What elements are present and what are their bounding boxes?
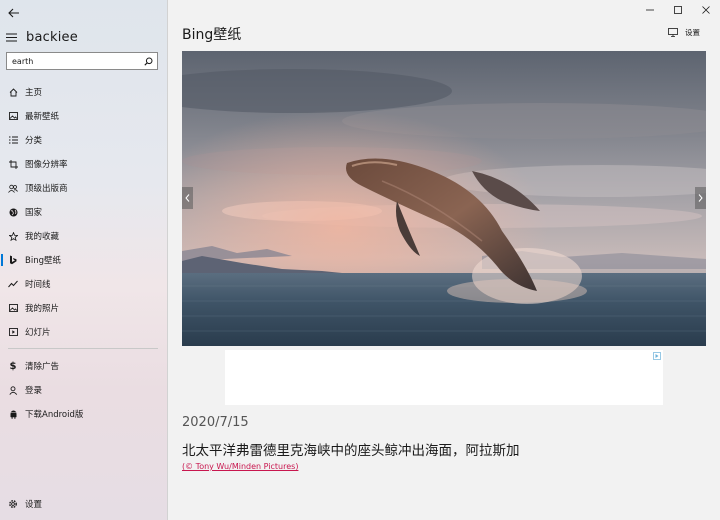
photo-icon: [8, 303, 18, 313]
search-box: [6, 52, 158, 70]
nav-divider: [8, 348, 158, 349]
sidebar-item-label: 最新壁纸: [25, 112, 60, 122]
sidebar-settings-container: 设置: [0, 492, 168, 516]
sidebar-item-label: 主页: [25, 88, 43, 98]
sidebar-item-publishers[interactable]: 顶级出版商: [0, 176, 168, 200]
sidebar-item-label: 顶级出版商: [25, 184, 68, 194]
brand-row: backiee: [6, 28, 78, 46]
dollar-icon: $: [9, 360, 17, 372]
sidebar-item-home[interactable]: 主页: [0, 80, 168, 104]
wallpaper-image[interactable]: [182, 51, 706, 346]
sidebar-item-label: 登录: [25, 386, 43, 396]
bing-icon: [8, 255, 18, 265]
close-button[interactable]: [692, 0, 720, 20]
header-settings-button[interactable]: 设置: [668, 26, 700, 38]
search-input[interactable]: [7, 53, 137, 69]
home-icon: [8, 87, 18, 97]
arrow-left-icon: [8, 8, 19, 18]
carousel-prev-button[interactable]: [182, 187, 193, 209]
search-icon: [143, 57, 152, 66]
sidebar-item-android[interactable]: 下载Android版: [0, 402, 168, 426]
user-icon: [8, 385, 18, 395]
maximize-button[interactable]: [664, 0, 692, 20]
sidebar-item-latest[interactable]: 最新壁纸: [0, 104, 168, 128]
back-button[interactable]: [6, 5, 22, 21]
sidebar-item-label: 设置: [25, 500, 43, 510]
app-brand: backiee: [26, 29, 78, 45]
sidebar-item-bing[interactable]: Bing壁纸: [0, 248, 168, 272]
android-icon: [8, 409, 18, 419]
wallpaper-credit-link[interactable]: (© Tony Wu/Minden Pictures): [182, 462, 298, 471]
trend-icon: [8, 279, 18, 289]
list-icon: [8, 135, 18, 145]
hamburger-menu-icon[interactable]: [6, 31, 18, 43]
sidebar-item-label: 清除广告: [25, 362, 60, 372]
wallpaper-date: 2020/7/15: [182, 415, 249, 430]
sidebar-item-favorites[interactable]: 我的收藏: [0, 224, 168, 248]
carousel-next-button[interactable]: [695, 187, 706, 209]
sidebar-item-label: 时间线: [25, 280, 51, 290]
minimize-icon: [646, 9, 654, 11]
star-icon: [8, 231, 18, 241]
chevron-right-icon: [698, 194, 703, 202]
chevron-left-icon: [185, 194, 190, 202]
wallpaper-caption: 北太平洋弗雷德里克海峡中的座头鲸冲出海面，阿拉斯加: [182, 443, 520, 459]
globe-icon: [8, 207, 18, 217]
sidebar-item-label: 下载Android版: [25, 410, 84, 420]
maximize-icon: [674, 6, 682, 14]
sidebar-item-label: Bing壁纸: [25, 256, 61, 266]
close-icon: [702, 6, 710, 14]
people-icon: [8, 183, 18, 193]
sidebar-item-timeline[interactable]: 时间线: [0, 272, 168, 296]
sidebar-item-label: 分类: [25, 136, 43, 146]
sidebar-item-resolution[interactable]: 图像分辨率: [0, 152, 168, 176]
sidebar-item-login[interactable]: 登录: [0, 378, 168, 402]
slideshow-icon: [8, 327, 18, 337]
sidebar-item-label: 国家: [25, 208, 43, 218]
sidebar: backiee 主页 最新壁纸 分类: [0, 0, 168, 520]
sidebar-item-label: 我的收藏: [25, 232, 60, 242]
header-settings-label: 设置: [685, 27, 700, 37]
window-controls: [636, 0, 720, 20]
sidebar-item-label: 我的照片: [25, 304, 60, 314]
sidebar-item-slideshow[interactable]: 幻灯片: [0, 320, 168, 344]
sidebar-item-remove-ads[interactable]: $ 清除广告: [0, 354, 168, 378]
nav-primary: 主页 最新壁纸 分类 图像分辨率 顶级出版商 国家 我的收藏 Bing壁纸 时间…: [0, 80, 168, 344]
ad-banner[interactable]: [225, 350, 663, 405]
nav-secondary: $ 清除广告 登录 下载Android版: [0, 354, 168, 426]
search-button[interactable]: [141, 54, 155, 68]
sidebar-item-settings[interactable]: 设置: [0, 492, 168, 516]
sidebar-item-label: 图像分辨率: [25, 160, 68, 170]
crop-icon: [8, 159, 18, 169]
image-icon: [8, 111, 18, 121]
sidebar-item-categories[interactable]: 分类: [0, 128, 168, 152]
ad-choices-icon[interactable]: [652, 352, 661, 360]
sidebar-item-countries[interactable]: 国家: [0, 200, 168, 224]
minimize-button[interactable]: [636, 0, 664, 20]
sidebar-item-my-photos[interactable]: 我的照片: [0, 296, 168, 320]
page-title: Bing壁纸: [182, 27, 242, 43]
sidebar-item-label: 幻灯片: [25, 328, 51, 338]
gear-icon: [8, 499, 18, 509]
monitor-settings-icon: [668, 27, 679, 37]
